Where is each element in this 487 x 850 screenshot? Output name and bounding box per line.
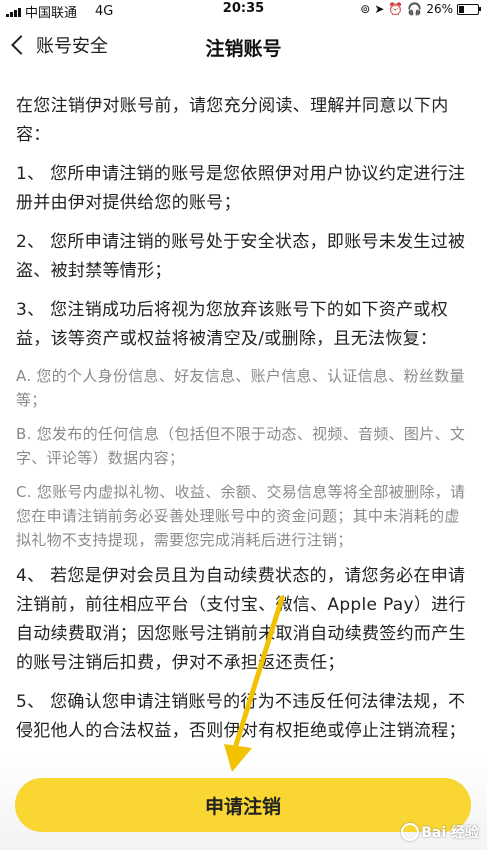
alarm-icon: ⏰ [388, 2, 404, 16]
nav-bar: 账号安全 注销账号 [0, 24, 487, 70]
term-item-5: 5、 您确认您申请注销账号的行为不违反任何法律法规，不侵犯他人的合法权益，否则伊… [16, 692, 466, 741]
term-subitem-a: A. 您的个人身份信息、好友信息、账户信息、认证信息、粉丝数量等； [16, 367, 465, 409]
watermark-text: Bai 经验 [421, 825, 479, 841]
battery-icon [457, 3, 481, 15]
terms-content[interactable]: 在您注销伊对账号前，请您充分阅读、理解并同意以下内容： 1、 您所申请注销的账号… [16, 92, 474, 762]
headphones-icon: 🎧 [407, 2, 423, 16]
page-title: 注销账号 [205, 38, 282, 60]
lock-rotation-icon: ⊚ [360, 2, 371, 16]
intro-text: 在您注销伊对账号前，请您充分阅读、理解并同意以下内容： [16, 96, 449, 145]
term-item-2: 2、 您所申请注销的账号处于安全状态，即账号未发生过被盗、被封禁等情形； [16, 232, 466, 281]
status-right: ⊚ ➤ ⏰ 🎧 26% [360, 2, 481, 16]
term-item-3: 3、 您注销成功后将视为您放弃该账号下的如下资产或权益，该等资产或权益将被清空及… [16, 300, 449, 349]
watermark: Bai 经验 [401, 822, 479, 842]
term-item-4: 4、 若您是伊对会员且为自动续费状态的，请您务必在申请注销前，前往相应平台（支付… [16, 566, 466, 673]
location-icon: ➤ [374, 2, 385, 16]
term-subitem-b: B. 您发布的任何信息（包括但不限于动态、视频、音频、图片、文字、评论等）数据内… [16, 425, 466, 467]
term-item-1: 1、 您所申请注销的账号是您依照伊对用户协议约定进行注册并由伊对提供给您的账号； [16, 164, 466, 213]
term-subitem-c: C. 您账号内虚拟礼物、收益、余额、交易信息等将全部被删除，请您在申请注销前务必… [16, 483, 466, 549]
status-bar: 中国联通 4G 20:35 ⊚ ➤ ⏰ 🎧 26% [0, 0, 487, 21]
paw-icon [401, 823, 420, 841]
battery-percent: 26% [426, 2, 453, 16]
